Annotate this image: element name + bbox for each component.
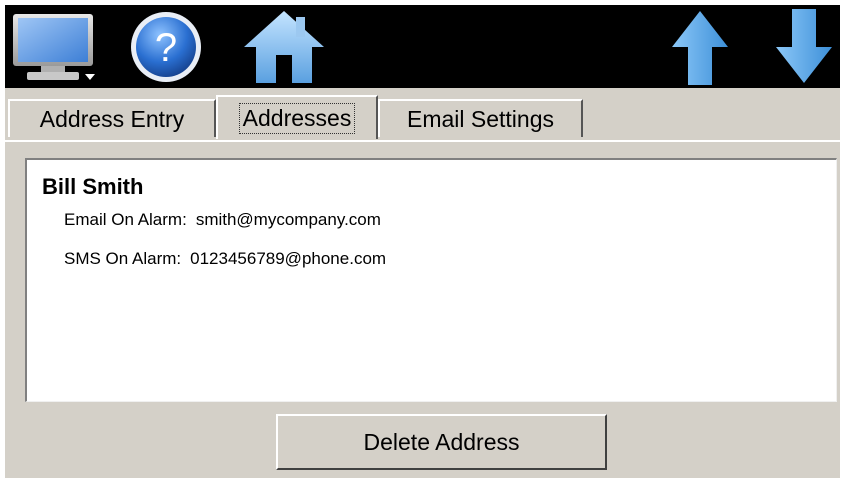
toolbar: ?: [5, 5, 840, 88]
tab-email-settings[interactable]: Email Settings: [378, 99, 583, 137]
help-icon: ?: [131, 11, 201, 82]
sms-value: 0123456789@phone.com: [190, 249, 387, 268]
tab-label: Address Entry: [39, 105, 185, 132]
monitor-button[interactable]: [7, 5, 99, 88]
address-list[interactable]: Bill Smith Email On Alarm: smith@mycompan…: [25, 158, 837, 402]
tab-bar: Address Entry Addresses Email Settings: [5, 95, 840, 139]
app-window: ? Address Entry Addresses Email Settings…: [5, 5, 840, 478]
delete-address-button[interactable]: Delete Address: [276, 414, 607, 470]
delete-address-label: Delete Address: [363, 428, 520, 455]
home-button[interactable]: [239, 5, 329, 88]
scroll-up-button[interactable]: [667, 5, 733, 88]
tab-label: Addresses: [238, 102, 356, 134]
monitor-icon: [13, 13, 95, 80]
tab-addresses[interactable]: Addresses: [216, 95, 378, 139]
email-label: Email On Alarm:: [64, 210, 187, 229]
arrow-down-icon: [776, 8, 832, 83]
email-row: Email On Alarm: smith@mycompany.com: [64, 210, 381, 230]
svg-text:?: ?: [155, 26, 177, 70]
help-button[interactable]: ?: [125, 5, 207, 88]
sms-row: SMS On Alarm: 0123456789@phone.com: [64, 249, 386, 269]
sms-label: SMS On Alarm:: [64, 249, 182, 268]
contact-name: Bill Smith: [42, 174, 144, 199]
home-icon: [244, 10, 324, 83]
tab-label: Email Settings: [406, 105, 554, 132]
email-value: smith@mycompany.com: [195, 210, 381, 229]
tab-address-entry[interactable]: Address Entry: [8, 99, 216, 137]
tab-divider: [5, 140, 840, 142]
arrow-up-icon: [672, 10, 728, 85]
scroll-down-button[interactable]: [771, 5, 837, 88]
